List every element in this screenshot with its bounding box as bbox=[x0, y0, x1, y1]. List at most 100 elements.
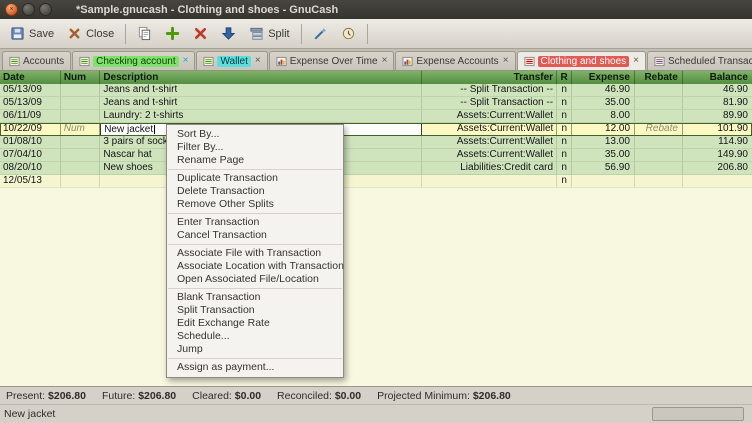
cell-r[interactable]: n bbox=[557, 162, 572, 175]
cell-rebate[interactable] bbox=[635, 84, 683, 97]
tab-accounts[interactable]: Accounts bbox=[2, 51, 71, 70]
cell-balance[interactable] bbox=[683, 175, 752, 188]
menu-item-sort-by[interactable]: Sort By... bbox=[167, 128, 343, 141]
cell-transfer[interactable] bbox=[422, 175, 557, 188]
tab-close-icon[interactable]: × bbox=[254, 56, 261, 66]
cell-date[interactable]: 07/04/10 bbox=[0, 149, 61, 162]
cell-date[interactable]: 12/05/13 bbox=[0, 175, 61, 188]
cell-balance[interactable]: 101.90 bbox=[683, 123, 752, 136]
cell-r[interactable]: n bbox=[557, 110, 572, 123]
cell-transfer[interactable]: Assets:Current:Wallet bbox=[422, 110, 557, 123]
tab-clothing-and-shoes[interactable]: Clothing and shoes× bbox=[517, 51, 646, 70]
cell-transfer[interactable]: -- Split Transaction -- bbox=[422, 97, 557, 110]
menu-item-enter-transaction[interactable]: Enter Transaction bbox=[167, 216, 343, 229]
split-button[interactable]: Split bbox=[243, 23, 295, 44]
menu-item-delete-transaction[interactable]: Delete Transaction bbox=[167, 185, 343, 198]
menu-item-remove-other-splits[interactable]: Remove Other Splits bbox=[167, 198, 343, 211]
menu-item-assign-as-payment[interactable]: Assign as payment... bbox=[167, 361, 343, 374]
menu-item-associate-file-with-transaction[interactable]: Associate File with Transaction bbox=[167, 247, 343, 260]
cell-num[interactable] bbox=[61, 162, 100, 175]
tab-close-icon[interactable]: × bbox=[381, 56, 388, 66]
cell-rebate[interactable] bbox=[635, 110, 683, 123]
cell-date[interactable]: 10/22/09 bbox=[0, 123, 61, 136]
cell-rebate[interactable]: Rebate bbox=[635, 123, 683, 136]
transaction-row[interactable]: 06/11/09 Laundry: 2 t-shirtsAssets:Curren… bbox=[0, 110, 752, 123]
window-maximize-button[interactable] bbox=[39, 3, 52, 16]
delete-transaction-button[interactable] bbox=[187, 23, 214, 44]
tab-scheduled-transactions[interactable]: Scheduled Transactions bbox=[647, 51, 752, 70]
cell-rebate[interactable] bbox=[635, 97, 683, 110]
menu-item-jump[interactable]: Jump bbox=[167, 343, 343, 356]
cell-date[interactable]: 06/11/09 bbox=[0, 110, 61, 123]
cell-rebate[interactable] bbox=[635, 136, 683, 149]
cell-num[interactable] bbox=[61, 149, 100, 162]
cell-rebate[interactable] bbox=[635, 175, 683, 188]
cell-expense[interactable]: 12.00 bbox=[572, 123, 635, 136]
cell-balance[interactable]: 81.90 bbox=[683, 97, 752, 110]
cell-r[interactable]: n bbox=[557, 123, 572, 136]
tab-checking-account[interactable]: Checking account× bbox=[72, 51, 195, 70]
cell-transfer[interactable]: Assets:Current:Wallet bbox=[422, 136, 557, 149]
cell-balance[interactable]: 46.90 bbox=[683, 84, 752, 97]
tab-wallet[interactable]: Wallet× bbox=[196, 51, 267, 70]
menu-item-edit-exchange-rate[interactable]: Edit Exchange Rate bbox=[167, 317, 343, 330]
cell-rebate[interactable] bbox=[635, 162, 683, 175]
cell-rebate[interactable] bbox=[635, 149, 683, 162]
duplicate-transaction-button[interactable] bbox=[131, 23, 158, 44]
column-header-date[interactable]: Date bbox=[0, 71, 61, 84]
jump-button[interactable] bbox=[307, 23, 334, 44]
cell-expense[interactable]: 13.00 bbox=[572, 136, 635, 149]
save-button[interactable]: Save bbox=[4, 23, 60, 44]
cell-date[interactable]: 05/13/09 bbox=[0, 84, 61, 97]
cell-num[interactable] bbox=[61, 97, 100, 110]
cell-transfer[interactable]: Assets:Current:Wallet bbox=[422, 123, 557, 136]
cell-expense[interactable] bbox=[572, 175, 635, 188]
cell-description[interactable]: Laundry: 2 t-shirts bbox=[100, 110, 422, 123]
cell-expense[interactable]: 35.00 bbox=[572, 149, 635, 162]
column-header-num[interactable]: Num bbox=[61, 71, 100, 84]
transaction-row[interactable]: 01/08/103 pairs of socksAssets:Current:W… bbox=[0, 136, 752, 149]
cell-description[interactable]: Jeans and t-shirt bbox=[100, 84, 422, 97]
close-button[interactable]: Close bbox=[61, 23, 120, 44]
tab-close-icon[interactable]: × bbox=[632, 56, 639, 66]
transaction-row[interactable]: 08/20/10New shoesLiabilities:Credit card… bbox=[0, 162, 752, 175]
cell-date[interactable]: 08/20/10 bbox=[0, 162, 61, 175]
column-header-expense[interactable]: Expense bbox=[572, 71, 635, 84]
column-header-rebate[interactable]: Rebate bbox=[635, 71, 683, 84]
transaction-row[interactable]: 07/04/10Nascar hatAssets:Current:Walletn… bbox=[0, 149, 752, 162]
cell-balance[interactable]: 114.90 bbox=[683, 136, 752, 149]
column-header-balance[interactable]: Balance bbox=[683, 71, 752, 84]
menu-item-associate-location-with-transaction[interactable]: Associate Location with Transaction bbox=[167, 260, 343, 273]
cell-r[interactable]: n bbox=[557, 175, 572, 188]
cell-num[interactable] bbox=[61, 84, 100, 97]
menu-item-cancel-transaction[interactable]: Cancel Transaction bbox=[167, 229, 343, 242]
cell-balance[interactable]: 206.80 bbox=[683, 162, 752, 175]
blank-transaction-button[interactable] bbox=[159, 23, 186, 44]
cell-r[interactable]: n bbox=[557, 97, 572, 110]
cell-transfer[interactable]: Liabilities:Credit card bbox=[422, 162, 557, 175]
cell-expense[interactable]: 56.90 bbox=[572, 162, 635, 175]
cell-num[interactable] bbox=[61, 175, 100, 188]
schedule-button[interactable] bbox=[335, 23, 362, 44]
transaction-row[interactable]: 05/13/09Jeans and t-shirt-- Split Transa… bbox=[0, 84, 752, 97]
menu-item-blank-transaction[interactable]: Blank Transaction bbox=[167, 291, 343, 304]
column-header-r[interactable]: R bbox=[557, 71, 572, 84]
menu-item-filter-by[interactable]: Filter By... bbox=[167, 141, 343, 154]
menu-item-split-transaction[interactable]: Split Transaction bbox=[167, 304, 343, 317]
menu-item-schedule[interactable]: Schedule... bbox=[167, 330, 343, 343]
cell-expense[interactable]: 8.00 bbox=[572, 110, 635, 123]
cell-r[interactable]: n bbox=[557, 84, 572, 97]
enter-transaction-button[interactable] bbox=[215, 23, 242, 44]
column-header-description[interactable]: Description bbox=[100, 71, 422, 84]
cell-balance[interactable]: 149.90 bbox=[683, 149, 752, 162]
tab-close-icon[interactable]: × bbox=[502, 56, 509, 66]
cell-r[interactable]: n bbox=[557, 149, 572, 162]
cell-r[interactable]: n bbox=[557, 136, 572, 149]
tab-close-icon[interactable]: × bbox=[182, 56, 189, 66]
tab-expense-over-time[interactable]: Expense Over Time× bbox=[269, 51, 395, 70]
cell-balance[interactable]: 89.90 bbox=[683, 110, 752, 123]
transaction-row[interactable]: 12/05/13 n bbox=[0, 175, 752, 188]
cell-num[interactable] bbox=[61, 110, 100, 123]
menu-item-open-associated-file-location[interactable]: Open Associated File/Location bbox=[167, 273, 343, 286]
menu-item-rename-page[interactable]: Rename Page bbox=[167, 154, 343, 167]
